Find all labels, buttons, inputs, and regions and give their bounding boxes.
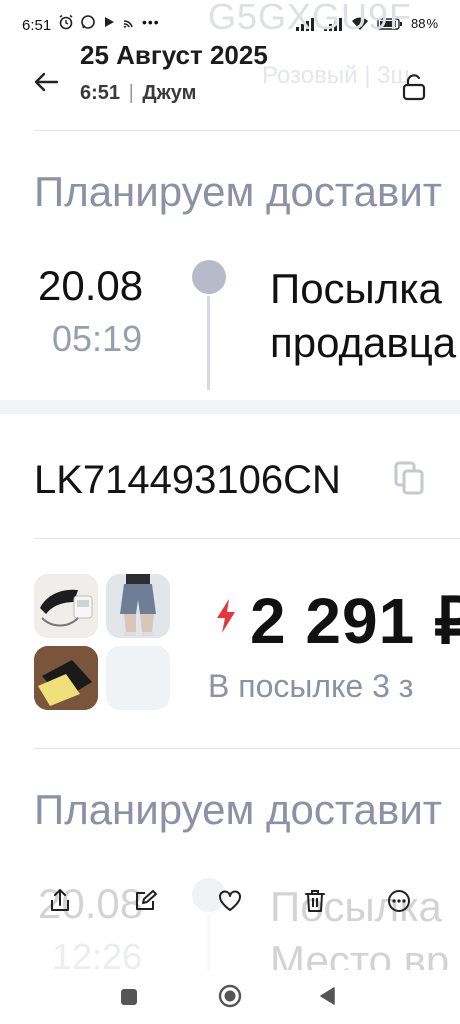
delivery-heading-2: Планируем доставит	[34, 786, 443, 833]
back-arrow-icon	[34, 72, 59, 92]
tonometer-image	[34, 574, 98, 638]
event-status-line1: Посылка	[270, 265, 442, 312]
battery-percent-sign: %	[426, 16, 438, 31]
copy-icon	[394, 461, 424, 495]
delivery-heading: Планируем доставит	[34, 168, 443, 215]
timeline-line	[207, 296, 210, 390]
parcel-price: 2 291 ₽	[250, 585, 460, 657]
tracking-number[interactable]: LK714493106CN	[34, 458, 341, 503]
order-code: G5GXGU9F	[208, 0, 413, 37]
shorts-image	[106, 574, 170, 638]
edit-icon	[136, 890, 157, 910]
home-button[interactable]	[218, 984, 242, 1008]
delete-icon	[305, 890, 325, 912]
more-notifications-icon: •••	[142, 14, 160, 30]
insoles-image	[34, 646, 98, 710]
favorite-icon	[219, 890, 241, 911]
play-icon	[105, 17, 114, 27]
order-variant: Розовый | 3ш	[262, 62, 410, 89]
back-nav-button[interactable]	[318, 986, 338, 1006]
home-icon	[218, 984, 242, 1008]
favorite-button[interactable]	[210, 878, 250, 924]
status-time: 6:51	[22, 17, 52, 34]
whatsapp-icon	[81, 15, 95, 29]
event-time: 05:19	[52, 318, 143, 359]
meta-separator: |	[128, 82, 134, 104]
share-button[interactable]	[40, 878, 80, 924]
edit-button[interactable]	[125, 878, 165, 924]
recents-button[interactable]	[120, 988, 138, 1006]
share-icon	[51, 889, 69, 911]
product-thumbnail-shorts[interactable]	[106, 574, 170, 638]
more-icon	[388, 890, 410, 912]
copy-button[interactable]	[392, 460, 426, 496]
parcel-divider	[34, 748, 460, 749]
parcel-items-info: В посылке 3 з	[208, 668, 414, 704]
header-divider	[34, 130, 460, 131]
section-separator	[0, 400, 460, 414]
photo-action-bar	[0, 878, 460, 928]
product-thumbnail-empty	[106, 646, 170, 710]
lock-button[interactable]	[400, 72, 428, 102]
tracking-divider	[34, 538, 460, 539]
photo-source: Джум	[142, 82, 197, 104]
price-bolt-icon	[214, 598, 238, 634]
product-thumbnail-tonometer[interactable]	[34, 574, 98, 638]
photo-date: 25 Август 2025	[80, 40, 268, 70]
back-triangle-icon	[320, 987, 335, 1005]
notification-icons: •••	[58, 14, 160, 30]
photo-time: 6:51	[80, 82, 121, 104]
lock-icon	[402, 74, 426, 101]
back-button[interactable]	[30, 64, 62, 100]
alarm-icon	[59, 14, 73, 30]
recents-icon	[121, 989, 137, 1005]
event-date: 20.08	[38, 262, 144, 309]
more-button[interactable]	[379, 878, 419, 924]
event-status-line2: продавца	[270, 319, 457, 366]
delete-button[interactable]	[295, 878, 335, 924]
timeline-dot	[192, 260, 226, 294]
photo-meta: 6:51 | Джум	[80, 82, 196, 105]
system-navigation-bar	[0, 970, 460, 1024]
cast-icon	[123, 20, 133, 28]
battery-percent: 88	[410, 16, 426, 31]
product-thumbnail-insoles[interactable]	[34, 646, 98, 710]
